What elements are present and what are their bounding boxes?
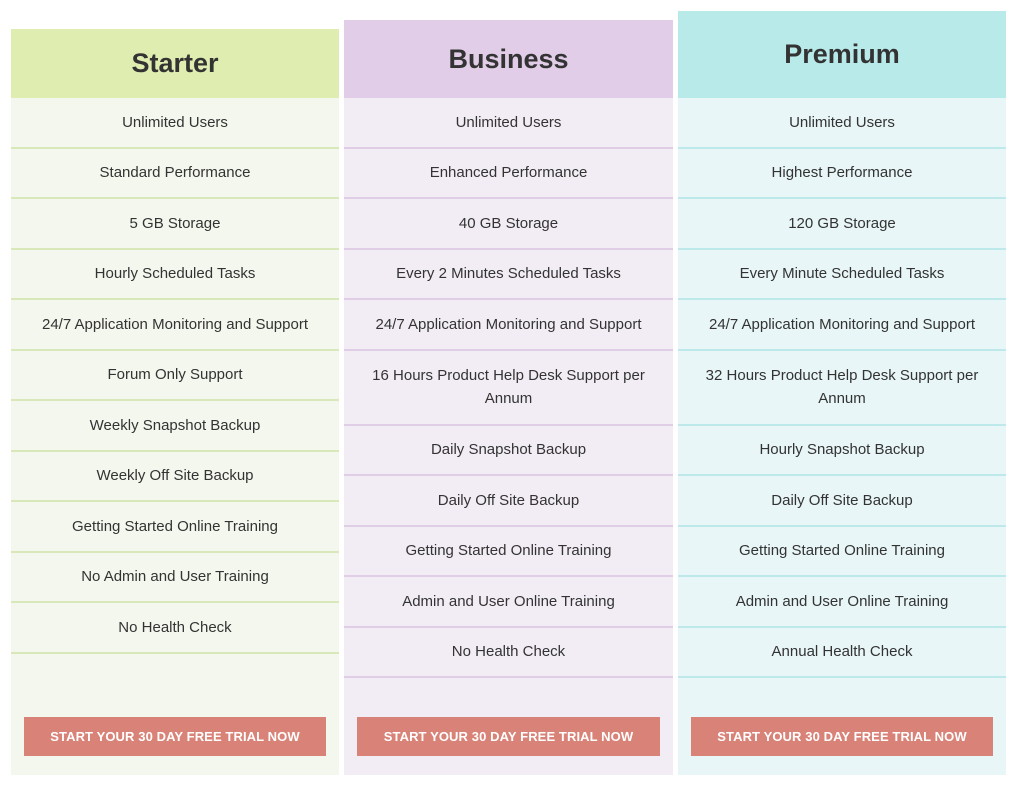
feature-row: 5 GB Storage: [11, 199, 339, 250]
feature-row: Hourly Snapshot Backup: [678, 426, 1006, 476]
feature-row: Daily Off Site Backup: [344, 476, 673, 527]
plan-card-premium: Premium Unlimited Users Highest Performanc…: [678, 11, 1006, 775]
plan-card-business: Business Unlimited Users Enhanced Performa…: [344, 20, 673, 775]
feature-row: Daily Off Site Backup: [678, 476, 1006, 527]
feature-row: Admin and User Online Training: [678, 577, 1006, 628]
feature-row: No Health Check: [11, 603, 339, 654]
feature-row: 24/7 Application Monitoring and Support: [11, 300, 339, 351]
feature-row: Every Minute Scheduled Tasks: [678, 250, 1006, 300]
feature-row: 40 GB Storage: [344, 199, 673, 250]
feature-row: Getting Started Online Training: [11, 502, 339, 553]
plan-title: Business: [344, 20, 673, 98]
plan-title: Starter: [11, 29, 339, 98]
feature-row: Hourly Scheduled Tasks: [11, 250, 339, 300]
feature-row: Unlimited Users: [678, 98, 1006, 149]
feature-row: Annual Health Check: [678, 628, 1006, 678]
feature-row: Forum Only Support: [11, 351, 339, 401]
plan-card-starter: Starter Unlimited Users Standard Performan…: [11, 29, 339, 775]
start-trial-button[interactable]: START YOUR 30 DAY FREE TRIAL NOW: [24, 717, 326, 756]
feature-row: Admin and User Online Training: [344, 577, 673, 628]
feature-row: Standard Performance: [11, 149, 339, 199]
feature-row: Getting Started Online Training: [344, 527, 673, 577]
feature-row: Weekly Off Site Backup: [11, 452, 339, 502]
feature-row: 24/7 Application Monitoring and Support: [344, 300, 673, 351]
feature-row: 120 GB Storage: [678, 199, 1006, 250]
feature-row: No Health Check: [344, 628, 673, 678]
start-trial-button[interactable]: START YOUR 30 DAY FREE TRIAL NOW: [357, 717, 660, 756]
feature-row: 24/7 Application Monitoring and Support: [678, 300, 1006, 351]
start-trial-button[interactable]: START YOUR 30 DAY FREE TRIAL NOW: [691, 717, 993, 756]
feature-row: Daily Snapshot Backup: [344, 426, 673, 476]
feature-row: Enhanced Performance: [344, 149, 673, 199]
feature-row: 16 Hours Product Help Desk Support per A…: [344, 351, 673, 426]
feature-row: Highest Performance: [678, 149, 1006, 199]
plan-title: Premium: [678, 11, 1006, 98]
feature-row: 32 Hours Product Help Desk Support per A…: [678, 351, 1006, 426]
feature-row: No Admin and User Training: [11, 553, 339, 603]
feature-row: Weekly Snapshot Backup: [11, 401, 339, 452]
feature-row: Getting Started Online Training: [678, 527, 1006, 577]
feature-row: Unlimited Users: [344, 98, 673, 149]
feature-row: Every 2 Minutes Scheduled Tasks: [344, 250, 673, 300]
feature-row: Unlimited Users: [11, 98, 339, 149]
